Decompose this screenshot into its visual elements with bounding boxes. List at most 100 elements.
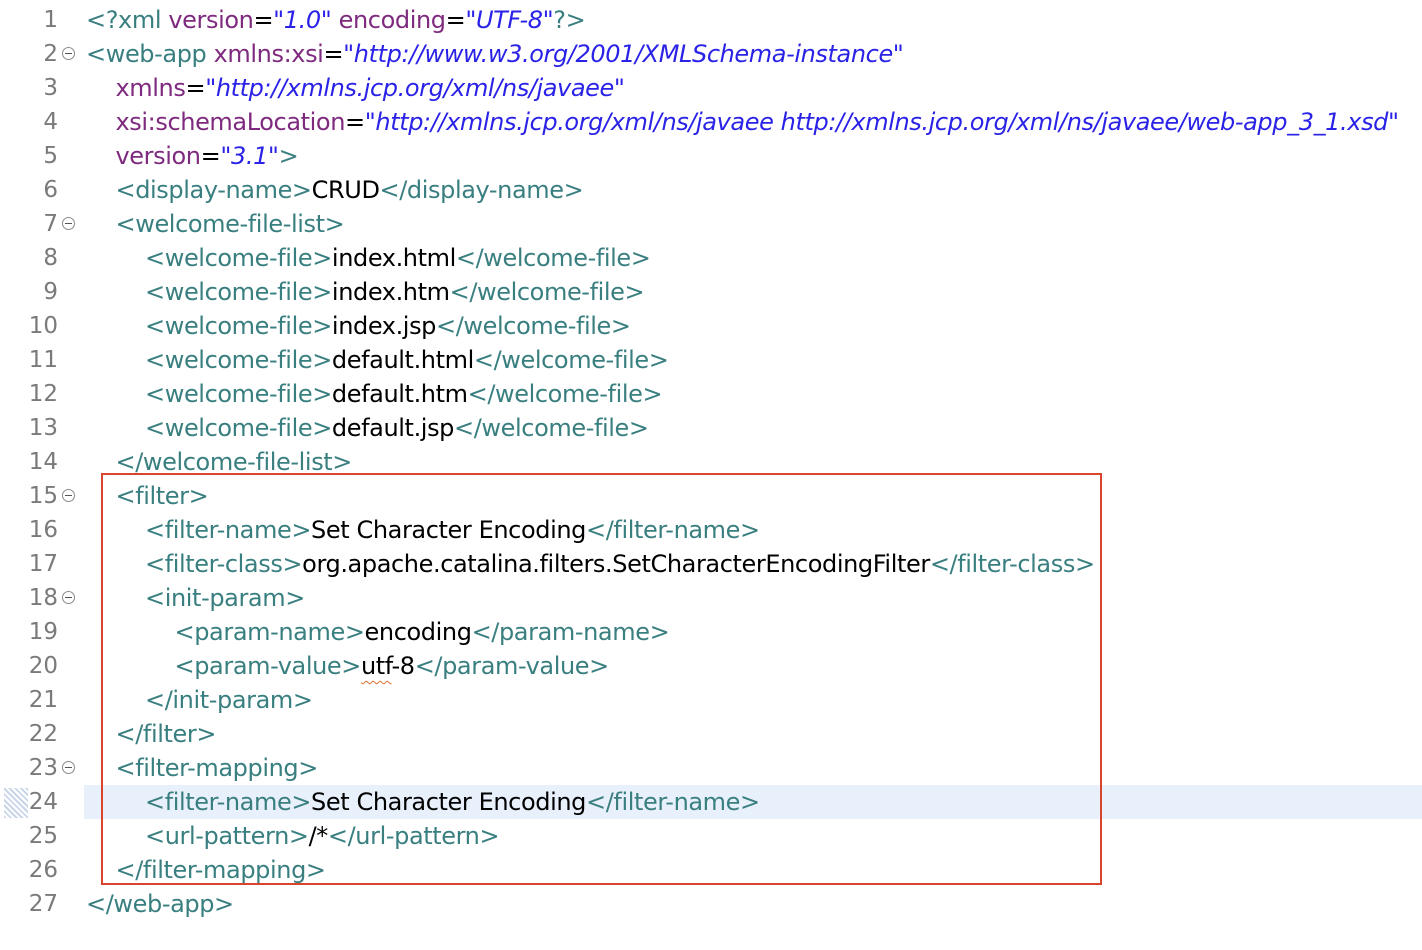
line-number: 23 <box>28 755 58 781</box>
code-line[interactable]: 5 version="3.1"> <box>0 139 1422 173</box>
code-token: <welcome-file> <box>145 346 332 374</box>
code-token: version <box>168 6 254 34</box>
code-line[interactable]: 6 <display-name>CRUD</display-name> <box>0 173 1422 207</box>
line-number: 16 <box>28 517 58 543</box>
code-text[interactable]: <welcome-file>default.html</welcome-file… <box>145 345 669 375</box>
code-text[interactable]: <?xml version="1.0" encoding="UTF-8"?> <box>86 5 586 35</box>
code-token: index.jsp <box>331 312 437 340</box>
code-line[interactable]: 7 <welcome-file-list> <box>0 207 1422 241</box>
line-number: 15 <box>28 483 58 509</box>
line-number: 1 <box>43 7 58 33</box>
line-number: 25 <box>28 823 58 849</box>
code-token: <?xml <box>86 6 169 34</box>
code-line[interactable]: 4 xsi:schemaLocation="http://xmlns.jcp.or… <box>0 105 1422 139</box>
code-token: <welcome-file> <box>145 278 332 306</box>
code-text[interactable]: <welcome-file>index.jsp</welcome-file> <box>145 311 631 341</box>
line-number: 26 <box>28 857 58 883</box>
line-number: 22 <box>28 721 58 747</box>
code-token: <web-app <box>86 40 214 68</box>
code-token: = <box>185 74 206 102</box>
collapse-fold-icon[interactable] <box>62 217 75 230</box>
code-text[interactable]: <display-name>CRUD</display-name> <box>116 175 584 205</box>
code-token: </welcome-file> <box>454 414 649 442</box>
code-token: "http://xmlns.jcp.org/xml/ns/javaee" <box>205 74 625 102</box>
line-number: 19 <box>28 619 58 645</box>
line-number: 7 <box>43 211 58 237</box>
collapse-fold-icon[interactable] <box>62 591 75 604</box>
code-token: = <box>345 108 365 136</box>
code-line[interactable]: 10 <welcome-file>index.jsp</welcome-file> <box>0 309 1422 343</box>
code-token: > <box>278 142 299 170</box>
line-number: 14 <box>28 449 58 475</box>
collapse-fold-icon[interactable] <box>62 761 75 774</box>
collapse-fold-icon[interactable] <box>62 489 75 502</box>
code-token: "http://xmlns.jcp.org/xml/ns/javaee http… <box>364 108 1399 136</box>
code-token: "3.1" <box>220 142 279 170</box>
line-number: 13 <box>28 415 58 441</box>
code-token: index.htm <box>331 278 450 306</box>
code-token: "UTF-8" <box>465 6 554 34</box>
code-line[interactable]: 27 </web-app> <box>0 887 1422 921</box>
code-text[interactable]: <web-app xmlns:xsi="http://www.w3.org/20… <box>86 39 904 69</box>
code-token: xmlns <box>115 74 186 102</box>
line-number: 17 <box>28 551 58 577</box>
code-token: </welcome-file> <box>473 346 669 374</box>
current-line-marker <box>4 788 28 818</box>
code-text[interactable]: <welcome-file>index.htm</welcome-file> <box>145 277 645 307</box>
line-number: 6 <box>43 177 58 203</box>
code-text[interactable]: xsi:schemaLocation="http://xmlns.jcp.org… <box>115 107 1400 137</box>
code-token: <welcome-file-list> <box>115 210 345 238</box>
code-text[interactable]: version="3.1"> <box>116 141 299 171</box>
code-text[interactable]: xmlns="http://xmlns.jcp.org/xml/ns/javae… <box>116 73 625 103</box>
code-token: </display-name> <box>379 176 584 204</box>
code-token: <welcome-file> <box>145 244 332 272</box>
code-token: version <box>115 142 202 170</box>
code-line[interactable]: 9 <welcome-file>index.htm</welcome-file> <box>0 275 1422 309</box>
code-token: = <box>323 40 344 68</box>
code-token: CRUD <box>311 176 380 204</box>
line-number: 8 <box>43 245 58 271</box>
code-token: </welcome-file> <box>467 380 663 408</box>
collapse-fold-icon[interactable] <box>62 47 75 60</box>
filter-config-highlight-box <box>101 473 1102 885</box>
code-token: </welcome-file-list> <box>115 448 353 476</box>
code-token: </welcome-file> <box>455 244 651 272</box>
code-line[interactable]: 11 <welcome-file>default.html</welcome-fi… <box>0 343 1422 377</box>
code-line[interactable]: 12 <welcome-file>default.htm</welcome-fil… <box>0 377 1422 411</box>
code-text[interactable]: <welcome-file>default.jsp</welcome-file> <box>145 413 649 443</box>
line-number: 18 <box>28 585 58 611</box>
code-token: <welcome-file> <box>145 414 332 442</box>
line-number: 11 <box>28 347 58 373</box>
code-token: "http://www.w3.org/2001/XMLSchema-instan… <box>343 40 904 68</box>
code-token: encoding <box>331 6 446 34</box>
line-number: 3 <box>43 75 58 101</box>
line-number: 10 <box>28 313 58 339</box>
line-number: 2 <box>43 41 58 67</box>
code-line[interactable]: 3 xmlns="http://xmlns.jcp.org/xml/ns/java… <box>0 71 1422 105</box>
line-number: 12 <box>28 381 58 407</box>
code-token: <welcome-file> <box>145 312 332 340</box>
code-line[interactable]: 8 <welcome-file>index.html</welcome-file> <box>0 241 1422 275</box>
code-token: index.html <box>331 244 456 272</box>
code-line[interactable]: 1 <?xml version="1.0" encoding="UTF-8"?> <box>0 3 1422 37</box>
code-token: </welcome-file> <box>436 312 631 340</box>
code-line[interactable]: 13 <welcome-file>default.jsp</welcome-fil… <box>0 411 1422 445</box>
code-token: = <box>253 6 274 34</box>
code-token: <display-name> <box>115 176 313 204</box>
code-text[interactable]: <welcome-file>index.html</welcome-file> <box>145 243 651 273</box>
code-token: xmlns:xsi <box>213 40 324 68</box>
code-token: </web-app> <box>86 890 234 918</box>
code-token: ?> <box>553 6 586 34</box>
code-line[interactable]: 2 <web-app xmlns:xsi="http://www.w3.org/2… <box>0 37 1422 71</box>
code-token: = <box>445 6 466 34</box>
code-token: "1.0" <box>273 6 332 34</box>
code-text[interactable]: </web-app> <box>86 889 234 919</box>
code-token: default.htm <box>331 380 468 408</box>
code-text[interactable]: <welcome-file>default.htm</welcome-file> <box>145 379 663 409</box>
code-token: </welcome-file> <box>449 278 645 306</box>
code-token: xsi:schemaLocation <box>115 108 346 136</box>
code-text[interactable]: <welcome-file-list> <box>116 209 345 239</box>
code-token: <welcome-file> <box>145 380 332 408</box>
line-number: 5 <box>43 143 58 169</box>
line-number: 4 <box>43 109 58 135</box>
